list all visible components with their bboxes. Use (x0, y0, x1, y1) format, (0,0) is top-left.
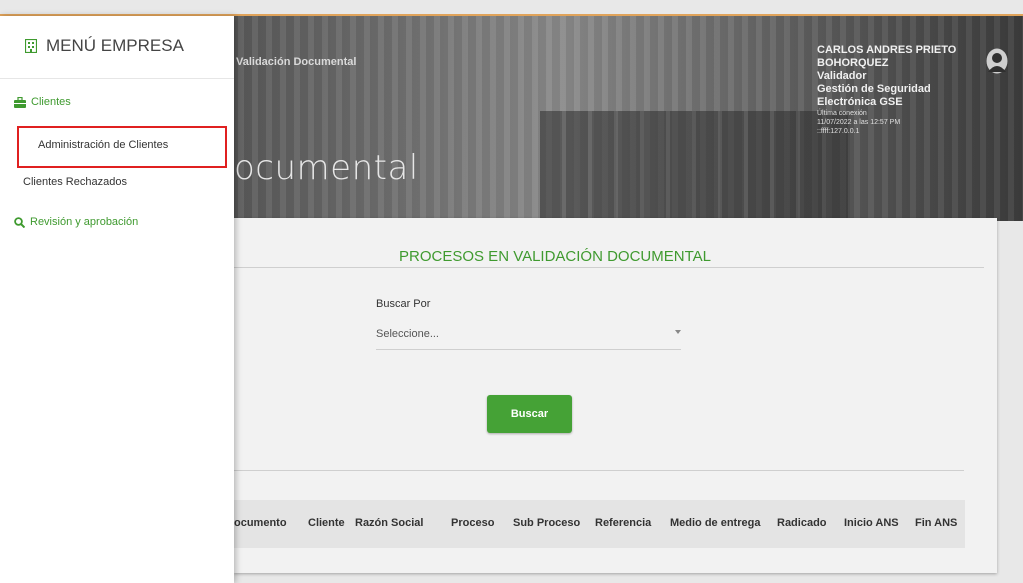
sidebar-section-revision[interactable]: Revisión y aprobación (14, 216, 138, 228)
table-header: ocumento Cliente Razón Social Proceso Su… (234, 500, 965, 548)
user-ip: ::ffff:127.0.0.1 (817, 128, 860, 135)
user-company: Gestión de Seguridad Electrónica GSE (817, 83, 931, 108)
last-login-label: Última conexión (817, 110, 867, 117)
divider (234, 267, 984, 268)
section-label: Revisión y aprobación (30, 216, 139, 228)
column-header-radicado[interactable]: Radicado (777, 517, 827, 529)
briefcase-icon (14, 96, 26, 108)
select-value: Seleccione... (376, 328, 439, 340)
last-login-date: 11/07/2022 a las 12:57 PM (817, 119, 901, 126)
user-avatar-icon[interactable] (986, 48, 1008, 74)
sidebar-header: MENÚ EMPRESA (0, 16, 234, 78)
divider (0, 78, 234, 79)
column-header-fin-ans[interactable]: Fin ANS (915, 517, 957, 529)
sidebar-item-clientes-rechazados[interactable]: Clientes Rechazados (23, 176, 127, 188)
user-role: Validador (817, 70, 867, 82)
column-header-sub-proceso[interactable]: Sub Proceso (513, 517, 580, 529)
highlight-box (17, 126, 227, 168)
search-icon (14, 216, 25, 228)
page-title: ocumental (234, 148, 419, 188)
search-button[interactable]: Buscar (487, 395, 572, 433)
sidebar-title: MENÚ EMPRESA (46, 36, 184, 55)
banner-keyboard-image (540, 111, 850, 221)
column-header-medio-entrega[interactable]: Medio de entrega (670, 517, 760, 529)
card-title: PROCESOS EN VALIDACIÓN DOCUMENTAL (399, 248, 711, 265)
section-label: Clientes (31, 96, 71, 108)
column-header-documento[interactable]: ocumento (234, 517, 287, 529)
sidebar-section-clientes[interactable]: Clientes (14, 96, 71, 108)
building-icon (25, 39, 37, 53)
column-header-proceso[interactable]: Proceso (451, 517, 494, 529)
column-header-razon-social[interactable]: Razón Social (355, 517, 423, 529)
column-header-inicio-ans[interactable]: Inicio ANS (844, 517, 899, 529)
processes-card: PROCESOS EN VALIDACIÓN DOCUMENTAL Buscar… (234, 218, 997, 573)
search-by-select[interactable]: Seleccione... (376, 321, 681, 350)
user-name: CARLOS ANDRES PRIETO BOHORQUEZ (817, 44, 957, 69)
divider (234, 470, 964, 471)
column-header-referencia[interactable]: Referencia (595, 517, 651, 529)
column-header-cliente[interactable]: Cliente (308, 517, 345, 529)
caret-down-icon (675, 330, 681, 334)
search-by-label: Buscar Por (376, 298, 431, 310)
breadcrumb[interactable]: Validación Documental (236, 56, 356, 68)
sidebar-menu: MENÚ EMPRESA Clientes Administración de … (0, 16, 234, 583)
app-window: Validación Documental ocumental CARLOS A… (0, 0, 1023, 583)
user-info: CARLOS ANDRES PRIETO BOHORQUEZ Validador… (817, 44, 977, 136)
